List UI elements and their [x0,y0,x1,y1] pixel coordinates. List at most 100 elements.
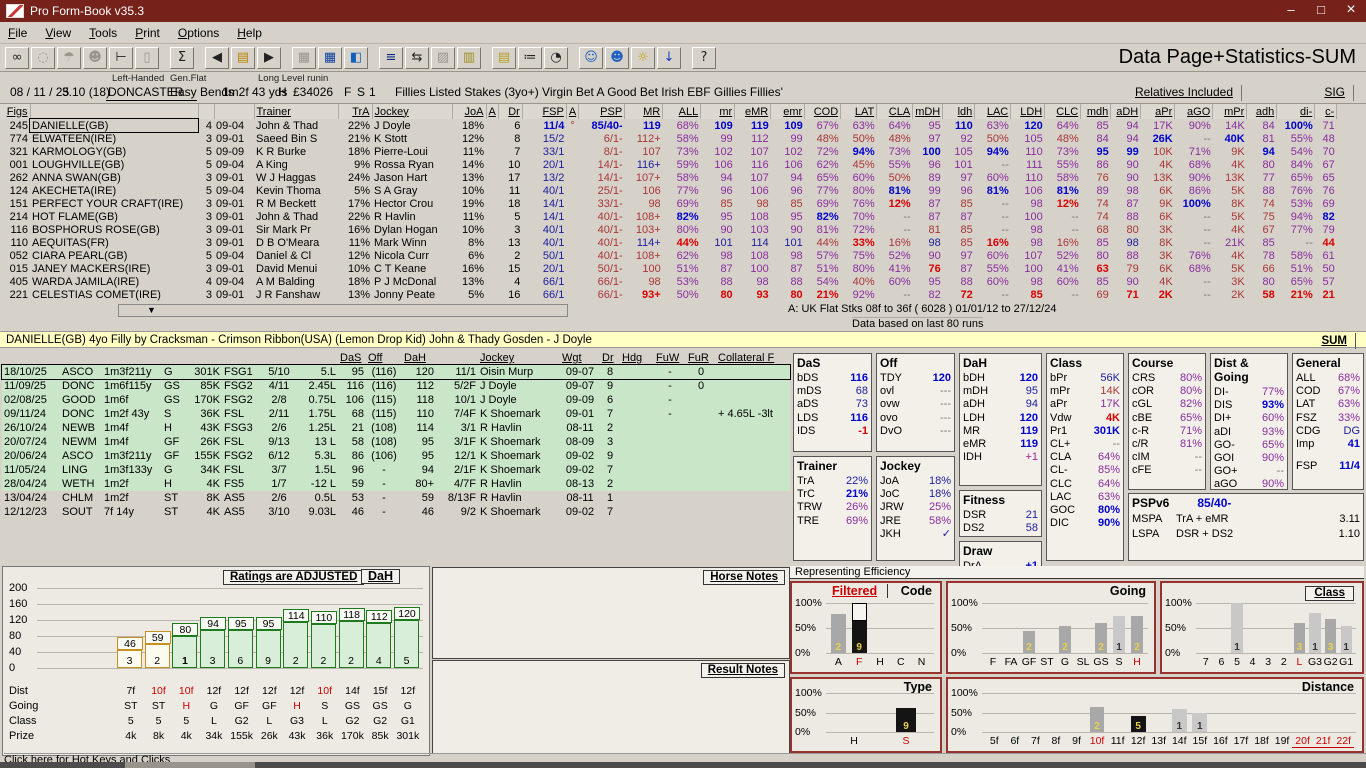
chart-icon[interactable]: ◧ [344,47,368,69]
menu-help[interactable]: Help [237,26,262,40]
runner-row[interactable]: 245DANIELLE(GB)409-04John & Thad22%J Doy… [0,119,1337,132]
folder-open-icon[interactable]: ▤ [231,47,255,69]
form-row[interactable]: 11/05/24LING1m3f133yG34KFSL3/71.5L96-942… [2,463,790,477]
column-header-MR[interactable]: MR [625,104,663,119]
menu-print[interactable]: Print [135,26,160,40]
horizontal-scrollbar[interactable]: ▼ [118,304,568,317]
column-header-aDH[interactable]: aDH [1111,104,1141,119]
chart-title-class[interactable]: Class [1305,586,1354,601]
runner-row[interactable]: 124AKECHETA(IRE)509-04Kevin Thoma5%S A G… [0,184,1337,197]
column-header-A[interactable]: A [566,104,578,119]
runner-row[interactable]: 015JANEY MACKERS(IRE)309-01David Menui10… [0,262,1337,275]
form-row[interactable]: 18/10/25ASCO1m3f211yG301KFSG15/105.L95(1… [2,365,790,379]
column-header-emr[interactable]: emr [771,104,805,119]
form-row[interactable]: 28/04/24WETH1m2fH4KFS51/7-12 L59-80+4/7F… [2,477,790,491]
dah-metric-button[interactable]: DaH [361,569,400,584]
person-icon[interactable]: ☺ [579,47,603,69]
scroll-thumb-icon[interactable]: ▼ [147,306,156,315]
minimize-button[interactable]: – [1276,0,1306,22]
column-header-LDH[interactable]: LDH [1011,104,1045,119]
form-row[interactable]: 20/07/24NEWM1m4fGF26KFSL9/1313 L58(108)9… [2,435,790,449]
column-header-Figs[interactable]: Figs [0,104,30,119]
runner-row[interactable]: 116BOSPHORUS ROSE(GB)309-01Sir Mark Pr16… [0,223,1337,236]
menu-file[interactable]: File [8,26,27,40]
sigma-sum-icon[interactable]: Σ [170,47,194,69]
form-row[interactable]: 11/09/25DONC1m6f115yGS85KFSG24/112.45L11… [2,379,790,393]
next-race-icon[interactable]: ▶ [257,47,281,69]
help-icon[interactable]: ? [692,47,716,69]
menu-options[interactable]: Options [178,26,219,40]
runner-row[interactable]: 405WARDA JAMILA(IRE)409-04A M Balding18%… [0,275,1337,288]
prev-race-icon[interactable]: ◀ [205,47,229,69]
column-header-Trainer[interactable]: Trainer [254,104,338,119]
runner-row[interactable]: 052CIARA PEARL(GB)509-04Daniel & Cl12%Ni… [0,249,1337,262]
column-header-CLA[interactable]: CLA [877,104,913,119]
runner-row[interactable]: 110AEQUITAS(FR)309-01D B O'Meara11%Mark … [0,236,1337,249]
form-row[interactable]: 20/06/24ASCO1m3f211yGF155KFSG26/125.3L86… [2,449,790,463]
form-column-das[interactable]: DaS [338,351,366,365]
pin-icon[interactable]: ⊢ [109,47,133,69]
form-row[interactable]: 13/04/24CHLM1m2fST8KAS52/60.5L53-598/13F… [2,491,790,505]
form-column-collateral-f[interactable]: Collateral F [716,351,790,365]
form-column-jockey[interactable]: Jockey [478,351,560,365]
form-column-hdg[interactable]: Hdg [620,351,654,365]
column-header-blank[interactable] [30,104,198,119]
column-header-blank[interactable] [214,104,254,119]
swap-columns-icon[interactable]: ⇆ [405,47,429,69]
horse-notes-button[interactable]: Horse Notes [703,570,785,585]
form-column-fur[interactable]: FuR [686,351,716,365]
runner-row[interactable]: 001LOUGHVILLE(GB)509-04A King9%Rossa Rya… [0,158,1337,171]
column-header-FSP[interactable]: FSP [522,104,566,119]
list-icon[interactable]: ≔ [518,47,542,69]
runner-row[interactable]: 221CELESTIAS COMET(IRE)309-01J R Fanshaw… [0,288,1337,301]
column-header-blank[interactable] [198,104,214,119]
runner-row[interactable]: 774ELWATEEN(IRE)309-01Saeed Bin S21%K St… [0,132,1337,145]
menu-view[interactable]: View [45,26,71,40]
filtered-button[interactable]: Filtered [832,584,888,598]
form-row[interactable]: 02/08/25GOOD1m6fGS170KFSG22/80.75L106(11… [2,393,790,407]
down-arrow-icon[interactable]: ↓ [657,47,681,69]
form-column-fuw[interactable]: FuW [654,351,686,365]
form-column-dr[interactable]: Dr [600,351,620,365]
result-notes-button[interactable]: Result Notes [701,663,785,678]
column-header-eMR[interactable]: eMR [735,104,771,119]
column-header-JoA[interactable]: JoA [452,104,486,119]
column-header-ALL[interactable]: ALL [663,104,701,119]
form-column-dah[interactable]: DaH [402,351,436,365]
rows-icon[interactable]: ≡ [379,47,403,69]
column-header-aPr[interactable]: aPr [1141,104,1175,119]
sig-button[interactable]: SIG [1320,85,1354,101]
people-icon[interactable]: ☻ [605,47,629,69]
column-header-mr[interactable]: mr [701,104,735,119]
maximize-button[interactable]: □ [1306,0,1336,22]
column-header-COD[interactable]: COD [805,104,841,119]
menu-tools[interactable]: Tools [89,26,117,40]
column-header-adh[interactable]: adh [1247,104,1277,119]
column-header-Jockey[interactable]: Jockey [372,104,452,119]
runner-row[interactable]: 214HOT FLAME(GB)309-01John & Thad22%R Ha… [0,210,1337,223]
find-binoculars-icon[interactable]: ∞ [5,47,29,69]
column-header-TrA[interactable]: TrA [338,104,372,119]
column-header-di-[interactable]: di- [1277,104,1315,119]
form-row[interactable]: 12/12/23SOUT7f 14yST4KAS53/109.03L46-469… [2,505,790,519]
column-header-mDH[interactable]: mDH [913,104,943,119]
notes-pad-icon[interactable]: ▥ [457,47,481,69]
sum-button[interactable]: SUM [1321,333,1356,349]
lamp-icon[interactable]: ☼ [631,47,655,69]
column-header-mdh[interactable]: mdh [1081,104,1111,119]
docs-icon[interactable]: ▤ [492,47,516,69]
form-column-off[interactable]: Off [366,351,402,365]
grid-blue-icon[interactable]: ▦ [318,47,342,69]
column-header-Dr[interactable]: Dr [498,104,522,119]
column-header-A[interactable]: A [486,104,498,119]
column-header-LAC[interactable]: LAC [975,104,1011,119]
column-header-aGO[interactable]: aGO [1175,104,1213,119]
column-header-LAT[interactable]: LAT [841,104,877,119]
relatives-included-button[interactable]: Relatives Included [1131,85,1242,101]
form-row[interactable]: 26/10/24NEWB1m4fH43KFSG32/61.25L21(108)1… [2,421,790,435]
runner-row[interactable]: 262ANNA SWAN(GB)309-01W J Haggas24%Jason… [0,171,1337,184]
runner-row[interactable]: 151PERFECT YOUR CRAFT(IRE)309-01R M Beck… [0,197,1337,210]
close-button[interactable]: × [1336,0,1366,22]
form-row[interactable]: 09/11/24DONC1m2f 43yS36KFSL2/111.75L68(1… [2,407,790,421]
form-column-wgt[interactable]: Wgt [560,351,600,365]
